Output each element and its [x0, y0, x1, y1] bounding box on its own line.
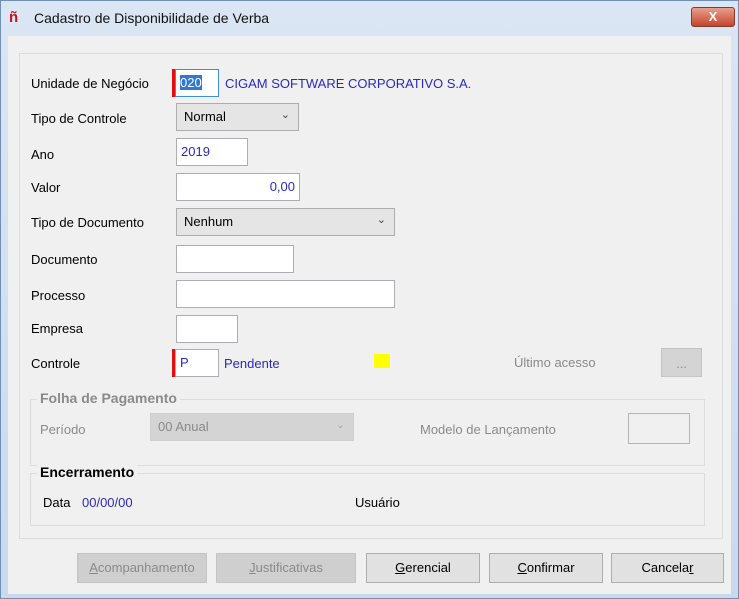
ultimo-acesso-label: Último acesso: [514, 355, 596, 370]
mnemonic: G: [395, 560, 406, 575]
mnemonic: A: [89, 560, 98, 575]
documento-input[interactable]: [176, 245, 294, 273]
chevron-down-icon: ⌄: [335, 419, 345, 431]
folha-group: [30, 399, 705, 466]
periodo-select[interactable]: 00 Anual ⌄: [150, 413, 354, 441]
tipo-documento-select[interactable]: Nenhum ⌄: [176, 208, 395, 236]
modelo-label: Modelo de Lançamento: [420, 422, 556, 437]
folha-title: Folha de Pagamento: [37, 390, 180, 406]
ano-input[interactable]: 2019: [176, 138, 248, 166]
periodo-value: 00 Anual: [158, 419, 209, 434]
controle-input[interactable]: P: [175, 349, 219, 377]
confirmar-button[interactable]: Confirmar: [489, 553, 603, 583]
status-color-swatch: [374, 354, 390, 368]
processo-input[interactable]: [176, 280, 395, 308]
button-label: Cancela: [641, 560, 690, 575]
button-label: ustificativas: [255, 560, 323, 575]
valor-label: Valor: [31, 180, 61, 195]
unidade-name: CIGAM SOFTWARE CORPORATIVO S.A.: [225, 76, 472, 91]
gerencial-button[interactable]: Gerencial: [366, 553, 480, 583]
window-title: Cadastro de Disponibilidade de Verba: [34, 10, 270, 26]
empresa-label: Empresa: [31, 321, 84, 336]
chevron-down-icon: ⌄: [280, 109, 290, 121]
valor-input[interactable]: 0,00: [176, 173, 300, 201]
mnemonic: r: [689, 560, 694, 575]
app-logo-icon: ñ: [9, 9, 19, 26]
encerramento-title: Encerramento: [37, 464, 138, 480]
unidade-label: Unidade de Negócio: [31, 76, 149, 91]
mnemonic: C: [517, 560, 527, 575]
processo-label: Processo: [31, 288, 86, 303]
close-button[interactable]: X: [691, 7, 735, 27]
data-value: 00/00/00: [82, 495, 133, 510]
justificativas-button[interactable]: Justificativas: [216, 553, 356, 583]
title-bar: ñ Cadastro de Disponibilidade de Verba X: [1, 1, 738, 35]
chevron-down-icon: ⌄: [376, 214, 386, 226]
tipo-controle-select[interactable]: Normal ⌄: [176, 103, 299, 131]
unidade-code-input[interactable]: 020: [175, 69, 219, 97]
empresa-input[interactable]: [176, 315, 238, 343]
tipo-controle-label: Tipo de Controle: [31, 111, 127, 126]
button-label: companhamento: [97, 560, 195, 575]
button-label: onfirmar: [526, 560, 575, 575]
ano-label: Ano: [31, 147, 55, 162]
cancelar-button[interactable]: Cancelar: [611, 553, 724, 583]
unidade-code-value: 020: [180, 75, 202, 90]
dialog-window: ñ Cadastro de Disponibilidade de Verba X…: [0, 0, 739, 599]
periodo-label: Período: [40, 422, 86, 437]
ultimo-acesso-button[interactable]: ...: [661, 348, 702, 377]
modelo-input[interactable]: [628, 413, 690, 444]
data-label: Data: [43, 495, 71, 510]
controle-label: Controle: [31, 356, 81, 371]
tipo-documento-label: Tipo de Documento: [31, 215, 144, 230]
button-label: erencial: [405, 560, 451, 575]
usuario-label: Usuário: [355, 495, 400, 510]
documento-label: Documento: [31, 252, 98, 267]
tipo-documento-value: Nenhum: [184, 214, 234, 229]
controle-description: Pendente: [224, 356, 280, 371]
tipo-controle-value: Normal: [184, 109, 226, 124]
dialog-body: Unidade de Negócio 020 CIGAM SOFTWARE CO…: [8, 36, 731, 594]
acompanhamento-button[interactable]: Acompanhamento: [77, 553, 207, 583]
